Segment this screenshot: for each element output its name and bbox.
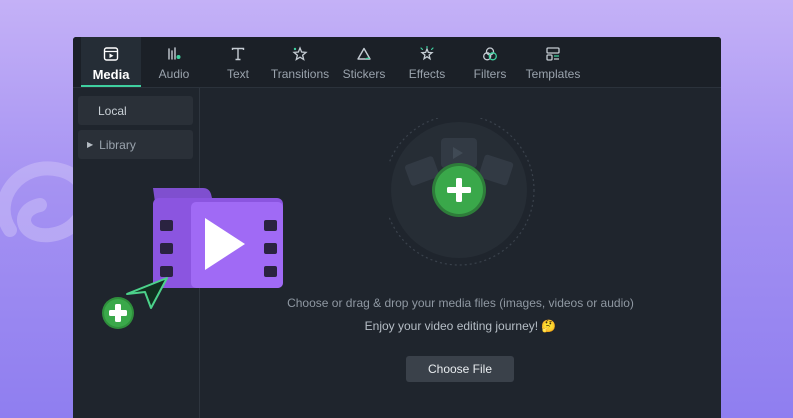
add-badge-icon: [102, 297, 134, 329]
filters-icon: [482, 46, 498, 62]
media-toolbar: Media Audio Text Transitions Stickers Ef…: [73, 37, 721, 88]
tab-filters[interactable]: Filters: [465, 37, 515, 87]
tab-transitions[interactable]: Transitions: [269, 37, 331, 87]
stickers-icon: [356, 46, 372, 62]
media-icon: [103, 46, 119, 62]
tab-text-label: Text: [226, 67, 249, 81]
tab-stickers-label: Stickers: [342, 67, 386, 81]
audio-icon: [166, 46, 182, 62]
templates-icon: [545, 46, 561, 62]
transitions-icon: [292, 46, 308, 62]
folder-icon: [153, 188, 283, 288]
tab-filters-label: Filters: [473, 67, 507, 81]
sidebar-item-local[interactable]: Local: [78, 96, 193, 125]
tab-templates[interactable]: Templates: [521, 37, 585, 87]
tab-effects-label: Effects: [408, 67, 446, 81]
sidebar-item-label: Local: [98, 103, 127, 118]
tab-text[interactable]: Text: [213, 37, 263, 87]
tab-effects[interactable]: Effects: [402, 37, 452, 87]
tab-templates-label: Templates: [525, 67, 581, 81]
effects-icon: [419, 46, 435, 62]
sidebar-item-library[interactable]: ▶ Library: [78, 130, 193, 159]
tab-audio[interactable]: Audio: [149, 37, 199, 87]
tab-stickers[interactable]: Stickers: [339, 37, 389, 87]
tab-media[interactable]: Media: [81, 37, 141, 87]
tab-media-label: Media: [92, 67, 130, 82]
upload-graphic: [389, 118, 535, 266]
choose-file-button[interactable]: Choose File: [406, 356, 514, 382]
folder-video-illustration: [102, 188, 283, 329]
caret-right-icon: ▶: [87, 140, 94, 149]
cursor-arrow-icon: [126, 277, 168, 309]
sidebar-item-label: Library: [99, 137, 136, 152]
tab-transitions-label: Transitions: [270, 67, 330, 81]
tab-audio-label: Audio: [158, 67, 190, 81]
text-icon: [230, 46, 246, 62]
